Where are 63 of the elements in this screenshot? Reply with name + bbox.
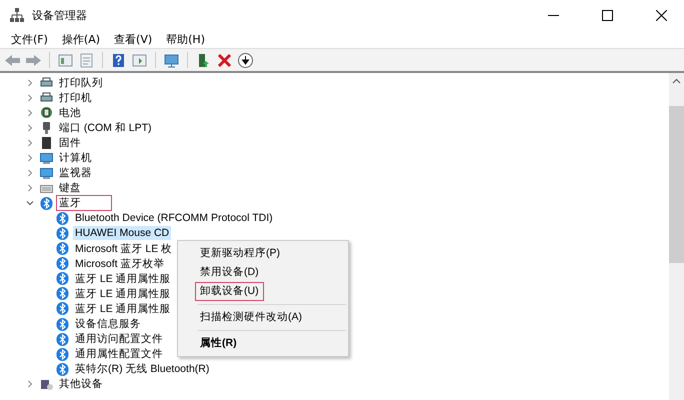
tree-item[interactable]: HUAWEI Mouse CD <box>73 226 172 240</box>
port-icon <box>40 121 53 134</box>
chip-icon <box>40 136 53 150</box>
menu-item[interactable]: 更新驱动程序(P) <box>196 244 284 263</box>
bluetooth-icon <box>56 362 69 376</box>
battery-icon <box>40 106 53 120</box>
menu-item[interactable]: 操作(A) <box>54 32 108 46</box>
tree-item[interactable]: 计算机 <box>57 151 94 166</box>
tree-item[interactable]: 监视器 <box>57 166 94 180</box>
scrollbar[interactable] <box>669 73 684 400</box>
download-circle-icon[interactable] <box>237 52 254 68</box>
panel-icon[interactable] <box>57 52 74 68</box>
tree-item[interactable]: 蓝牙 LE 通用属性服 <box>73 302 173 316</box>
tree-item[interactable]: 蓝牙 LE 通用属性服 <box>73 272 173 286</box>
panel-icon[interactable] <box>131 52 148 68</box>
delete-icon[interactable] <box>216 52 233 68</box>
computer-tree-icon <box>10 8 24 22</box>
tree-item[interactable]: 打印队列 <box>57 76 105 90</box>
bluetooth-icon <box>56 242 69 256</box>
tree-item[interactable]: 通用属性配置文件 <box>73 347 165 362</box>
bluetooth-icon <box>56 226 69 240</box>
monitor-icon[interactable] <box>163 52 180 68</box>
tree-item[interactable]: 固件 <box>57 136 83 150</box>
bluetooth-icon <box>40 196 53 210</box>
bluetooth-icon <box>56 287 69 300</box>
menu-item[interactable]: 文件(F) <box>4 32 55 46</box>
menu-item[interactable]: 属性(R) <box>196 334 241 353</box>
tree-item[interactable]: 电池 <box>57 106 83 120</box>
menu-item[interactable]: 禁用设备(D) <box>196 263 263 282</box>
bluetooth-icon <box>56 212 69 225</box>
bluetooth-icon <box>56 257 69 270</box>
tree-item[interactable]: 其他设备 <box>57 377 105 392</box>
bluetooth-icon <box>56 332 69 346</box>
device-icon <box>40 378 53 391</box>
printer-icon <box>40 76 53 90</box>
bluetooth-icon <box>56 348 69 361</box>
window-title: 设备管理器 <box>32 8 87 22</box>
tree-item[interactable]: Bluetooth Device (RFCOMM Protocol TDI) <box>73 211 275 226</box>
bluetooth-icon <box>56 302 69 316</box>
tree-item[interactable]: 通用访问配置文件 <box>73 332 165 346</box>
maximize-icon[interactable] <box>602 10 612 20</box>
tree-item[interactable]: 蓝牙 <box>57 196 111 210</box>
monitor-icon <box>40 152 53 165</box>
menu-item[interactable]: 卸载设备(U) <box>196 283 263 300</box>
menu-item[interactable]: 帮助(H) <box>159 32 212 46</box>
tree-item[interactable]: Microsoft 蓝牙 LE 枚 <box>73 242 174 256</box>
scrollbar-thumb[interactable] <box>669 106 684 263</box>
close-icon[interactable] <box>656 10 666 20</box>
help-icon[interactable] <box>110 52 127 68</box>
tree-item[interactable]: 打印机 <box>57 90 94 105</box>
tree-item[interactable]: 键盘 <box>57 181 83 196</box>
tree-item[interactable]: Microsoft 蓝牙枚举 <box>73 256 167 271</box>
menu-item[interactable]: 查看(V) <box>107 32 160 46</box>
tree-item[interactable]: 蓝牙 LE 通用属性服 <box>73 286 173 301</box>
monitor-icon <box>40 166 53 180</box>
properties-sheet-icon[interactable] <box>78 52 95 68</box>
printer-icon <box>40 91 53 104</box>
bluetooth-icon <box>56 272 69 286</box>
bluetooth-icon <box>56 318 69 331</box>
tree-item[interactable]: 英特尔(R) 无线 Bluetooth(R) <box>73 362 212 376</box>
tree-item[interactable]: 设备信息服务 <box>73 317 143 332</box>
tree-item[interactable]: 端口 (COM 和 LPT) <box>57 120 154 135</box>
menu-item[interactable]: 扫描检测硬件改动(A) <box>196 308 306 327</box>
